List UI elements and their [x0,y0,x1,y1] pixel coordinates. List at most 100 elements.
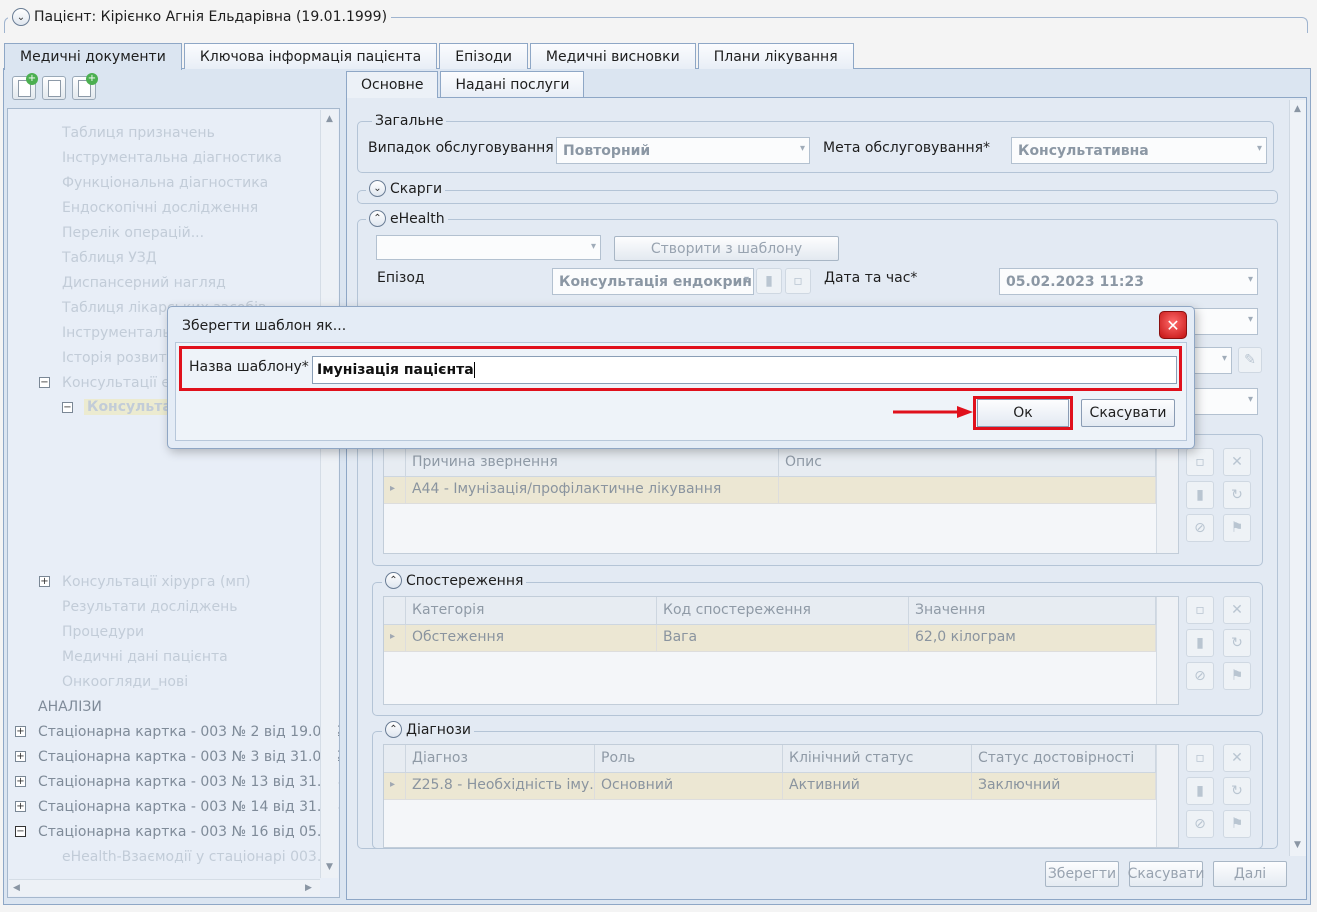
add-row-icon[interactable]: ▫ [1186,596,1214,624]
tab-medical-conclusions[interactable]: Медичні висновки [529,43,696,69]
expand-toggle-icon[interactable]: + [15,726,26,737]
template-name-input[interactable]: Імунізація пацієнта [312,356,1177,384]
table-cell[interactable]: Основний [595,773,783,799]
table-cell[interactable]: Активний [783,773,972,799]
collapse-toggle-icon[interactable]: − [39,377,50,388]
tab-services[interactable]: Надані послуги [440,71,585,97]
tree-item[interactable]: Стаціонарна картка - 003 № 16 від 05.01. [38,824,339,840]
tab-medical-documents[interactable]: Медичні документи [4,43,182,70]
observations-legend[interactable]: ⌃ Спостереження [382,572,527,589]
tree-item[interactable]: Онкоогляди_нові [62,674,188,690]
tools-icon[interactable]: ✕ [1223,744,1251,772]
tree-item[interactable]: Таблиця призначень [62,125,215,141]
add-record-icon[interactable]: + [72,73,98,100]
tree-item[interactable]: Стаціонарна картка - 003 № 3 від 31.05.2 [38,749,339,765]
tree-item[interactable]: Історія розвитку [62,350,183,366]
add-row-icon[interactable]: ▫ [1186,448,1214,476]
dialog-cancel-button[interactable]: Скасувати [1081,399,1175,427]
collapse-chevron-icon[interactable]: ⌃ [385,721,402,738]
tab-treatment-plans[interactable]: Плани лікування [697,43,854,69]
table-cell[interactable] [779,477,1156,503]
collapse-chevron-icon[interactable]: ⌄ [12,8,30,26]
tree-item[interactable]: Диспансерний нагляд [62,275,226,291]
grid-scrollbar[interactable] [1156,449,1178,553]
book-icon[interactable]: ▮ [1186,481,1214,509]
tools-icon[interactable]: ✕ [1223,448,1251,476]
table-row[interactable]: ▸ A44 - Імунізація/профілактичне лікуван… [384,477,1156,504]
table-cell[interactable]: Вага [657,625,909,651]
tab-key-info[interactable]: Ключова інформація пацієнта [183,43,438,69]
expand-toggle-icon[interactable]: + [39,576,50,587]
column-header[interactable]: Статус достовірності [972,745,1156,772]
tree-horizontal-scrollbar[interactable]: ◀ ▶ [9,879,320,896]
cancel-button[interactable]: Скасувати [1128,861,1204,887]
column-header[interactable]: Опис [779,449,1156,476]
book-icon[interactable]: ▮ [756,268,782,294]
scroll-down-icon[interactable]: ▼ [1294,840,1301,850]
edit-note-icon[interactable]: ✎ [1238,347,1262,373]
collapse-chevron-icon[interactable]: ⌃ [385,572,402,589]
column-header[interactable]: Клінічний статус [783,745,972,772]
tree-item[interactable]: Інструментальні [62,325,184,341]
column-header[interactable]: Діагноз [406,745,595,772]
tree-item[interactable]: Результати досліджень [62,599,238,615]
tree-item[interactable]: Перелік операцій... [62,225,204,241]
column-header[interactable]: Категорія [406,597,657,624]
ehealth-legend[interactable]: ⌃ eHealth [366,210,448,227]
scroll-down-icon[interactable]: ▼ [326,862,333,872]
template-combo[interactable] [376,235,601,260]
next-button[interactable]: Далі [1213,861,1287,887]
scroll-left-icon[interactable]: ◀ [13,883,20,893]
refresh-icon[interactable]: ↻ [1223,777,1251,805]
complaints-legend[interactable]: ⌄ Скарги [366,180,446,197]
close-icon[interactable]: ✕ [1159,311,1187,339]
flag-icon[interactable]: ⚑ [1223,514,1251,542]
tree-item[interactable]: Ендоскопічні дослідження [62,200,258,216]
tree-item[interactable]: Інструментальна діагностика [62,150,282,166]
table-cell[interactable]: 62,0 кілограм [909,625,1156,651]
diagnoses-legend[interactable]: ⌃ Діагнози [382,721,475,738]
tab-main[interactable]: Основне [346,71,439,98]
expand-toggle-icon[interactable]: + [15,751,26,762]
tree-item[interactable]: Стаціонарна картка - 003 № 14 від 31.08. [38,799,339,815]
tree-item[interactable]: АНАЛІЗИ [38,699,102,715]
delete-icon[interactable]: ⊘ [1186,662,1214,690]
tree-item[interactable]: Процедури [62,624,144,640]
expand-toggle-icon[interactable]: + [15,801,26,812]
book-icon[interactable]: ▮ [1186,777,1214,805]
tree-item[interactable]: Стаціонарна картка - 003 № 2 від 19.05.2 [38,724,339,740]
tree-item[interactable]: Функціональна діагностика [62,175,268,191]
tree-item[interactable]: Медичні дані пацієнта [62,649,228,665]
flag-icon[interactable]: ⚑ [1223,810,1251,838]
table-row[interactable]: ▸ Обстеження Вага 62,0 кілограм [384,625,1156,652]
collapse-toggle-icon[interactable]: − [15,826,26,837]
column-header[interactable]: Причина звернення [406,449,779,476]
tree-vertical-scrollbar[interactable]: ▲ ▼ [320,110,338,878]
column-header[interactable]: Значення [909,597,1156,624]
table-cell[interactable]: Обстеження [406,625,657,651]
refresh-icon[interactable]: ↻ [1223,629,1251,657]
episode-combo[interactable]: Консультація ендокрин [552,268,754,295]
expand-chevron-icon[interactable]: ⌄ [369,180,386,197]
tree-item[interactable]: Консультації хірурга (мп) [62,574,251,590]
save-button[interactable]: Зберегти [1045,861,1119,887]
tree-item[interactable]: Таблиця УЗД [62,250,157,266]
delete-icon[interactable]: ⊘ [1186,514,1214,542]
tools-icon[interactable]: ✕ [1223,596,1251,624]
datetime-picker[interactable]: 05.02.2023 11:23 [999,268,1258,295]
refresh-icon[interactable]: ↻ [1223,481,1251,509]
delete-icon[interactable]: ⊘ [1186,810,1214,838]
flag-icon[interactable]: ⚑ [1223,662,1251,690]
tree-item[interactable]: Стаціонарна картка - 003 № 13 від 31.08. [38,774,339,790]
grid-scrollbar[interactable] [1156,745,1178,847]
tree-item[interactable]: Консультації ен [62,375,179,391]
tree-item[interactable]: eHealth-Взаємодії у стаціонарі 003. [62,849,321,865]
table-cell[interactable]: Z25.8 - Необхідність іму... [406,773,595,799]
scroll-right-icon[interactable]: ▶ [305,883,312,893]
table-row[interactable]: ▸ Z25.8 - Необхідність іму... Основний А… [384,773,1156,800]
tab-episodes[interactable]: Епізоди [439,43,528,69]
add-document-icon[interactable]: + [12,73,38,100]
table-cell[interactable]: Заключний [972,773,1156,799]
column-header[interactable]: Роль [595,745,783,772]
column-header[interactable]: Код спостереження [657,597,909,624]
